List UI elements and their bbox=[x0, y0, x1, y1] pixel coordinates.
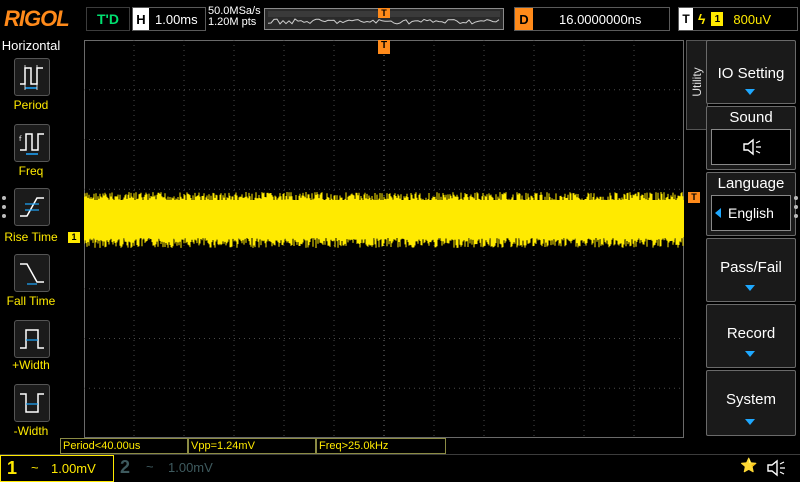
channel-2-status[interactable]: 2 ~ 1.00mV bbox=[112, 455, 218, 480]
measure-category-title: Horizontal bbox=[1, 38, 61, 53]
frequency-icon: f bbox=[19, 133, 44, 155]
measurement-readouts: Period<40.00us Vpp=1.24mV Freq>25.0kHz bbox=[60, 438, 688, 454]
language-label: Language bbox=[717, 175, 785, 192]
channel-1-scale: 1.00mV bbox=[51, 461, 96, 476]
left-scroll-indicator bbox=[2, 196, 6, 223]
measure-negative-width-button[interactable] bbox=[14, 384, 50, 422]
memory-trigger-marker: T bbox=[378, 8, 390, 18]
rise-time-icon bbox=[20, 197, 44, 217]
pass-fail-button[interactable]: Pass/Fail bbox=[706, 238, 796, 302]
svg-text:f: f bbox=[19, 135, 22, 143]
chevron-down-icon bbox=[745, 89, 755, 95]
brand-logo: RIGOL bbox=[4, 6, 70, 31]
io-setting-label: IO Setting bbox=[717, 65, 785, 82]
fall-time-icon bbox=[20, 263, 44, 285]
record-button[interactable]: Record bbox=[706, 304, 796, 368]
trigger-level: 800uV bbox=[733, 11, 772, 27]
usb-icon: ⭐ bbox=[740, 458, 758, 474]
timebase-value: 1.00ms bbox=[155, 11, 198, 27]
language-value: English bbox=[728, 205, 774, 221]
measurement-period[interactable]: Period<40.00us bbox=[60, 438, 188, 454]
measure-fall-time-label: Fall Time bbox=[6, 294, 56, 308]
negative-width-icon bbox=[20, 393, 44, 413]
measure-fall-time-button[interactable] bbox=[14, 254, 50, 292]
speaker-icon bbox=[767, 459, 785, 477]
delay-readout[interactable]: D 16.0000000ns bbox=[514, 7, 670, 31]
horizontal-timebase-readout[interactable]: H 1.00ms bbox=[132, 7, 206, 31]
memory-depth: 1.20M pts bbox=[208, 16, 257, 28]
speaker-icon bbox=[743, 138, 761, 156]
sound-toggle[interactable] bbox=[711, 129, 791, 165]
acquisition-status-badge[interactable]: T'D bbox=[86, 7, 130, 31]
sound-label: Sound bbox=[729, 109, 773, 126]
noise-spikes bbox=[84, 192, 684, 248]
trigger-position-marker[interactable]: T bbox=[378, 40, 390, 54]
utility-menu-tab[interactable]: Utility bbox=[686, 40, 708, 130]
language-button[interactable]: Language English bbox=[706, 172, 796, 236]
chevron-down-icon bbox=[745, 419, 755, 425]
channel-1-trace bbox=[84, 192, 684, 248]
measure-period-button[interactable] bbox=[14, 58, 50, 96]
measure-period-label: Period bbox=[13, 98, 49, 112]
ac-coupling-icon: ~ bbox=[31, 460, 39, 475]
trigger-source-badge: 1 bbox=[711, 12, 724, 26]
measurement-freq[interactable]: Freq>25.0kHz bbox=[316, 438, 446, 454]
sound-button[interactable]: Sound bbox=[706, 106, 796, 170]
delay-value: 16.0000000ns bbox=[559, 11, 642, 27]
trigger-tag: T bbox=[679, 8, 693, 30]
acquisition-info: 50.0MSa/s 1.20M pts bbox=[208, 6, 261, 28]
pass-fail-label: Pass/Fail bbox=[720, 259, 782, 276]
delay-tag: D bbox=[515, 8, 533, 30]
timebase-tag: H bbox=[133, 8, 149, 30]
channel-2-scale: 1.00mV bbox=[168, 460, 213, 475]
rising-edge-icon: ϟ bbox=[698, 11, 706, 27]
positive-width-icon bbox=[20, 329, 44, 349]
measure-freq-label: Freq bbox=[18, 164, 44, 178]
system-button[interactable]: System bbox=[706, 370, 796, 436]
chevron-down-icon bbox=[745, 351, 755, 357]
measure-positive-width-button[interactable] bbox=[14, 320, 50, 358]
period-icon bbox=[20, 65, 43, 90]
waveform-display[interactable] bbox=[84, 40, 684, 438]
measure-freq-button[interactable]: f bbox=[14, 124, 50, 162]
right-scroll-indicator bbox=[794, 196, 798, 223]
channel-2-number: 2 bbox=[120, 457, 131, 477]
measure-negative-width-label: -Width bbox=[13, 424, 49, 438]
system-label: System bbox=[725, 391, 776, 408]
system-status-icons: ⭐ bbox=[740, 458, 796, 478]
language-selector[interactable]: English bbox=[711, 195, 791, 231]
measure-rise-time-button[interactable] bbox=[14, 188, 50, 226]
measure-positive-width-label: +Width bbox=[12, 358, 50, 372]
measure-rise-time-label: Rise Time bbox=[4, 230, 58, 244]
utility-tab-label: Utility bbox=[690, 67, 704, 97]
ac-coupling-icon: ~ bbox=[146, 459, 154, 474]
trigger-level-marker[interactable]: T bbox=[688, 192, 700, 203]
trigger-readout[interactable]: T ϟ 1 800uV bbox=[678, 7, 798, 31]
channel-1-status[interactable]: 1 ~ 1.00mV bbox=[0, 455, 114, 482]
channel-1-offset-marker[interactable]: 1 bbox=[68, 232, 80, 243]
channel-1-number: 1 bbox=[7, 458, 18, 478]
measurement-vpp[interactable]: Vpp=1.24mV bbox=[188, 438, 316, 454]
memory-overview-waveform bbox=[268, 18, 500, 25]
record-label: Record bbox=[726, 325, 776, 342]
chevron-down-icon bbox=[745, 285, 755, 291]
io-setting-button[interactable]: IO Setting bbox=[706, 40, 796, 104]
